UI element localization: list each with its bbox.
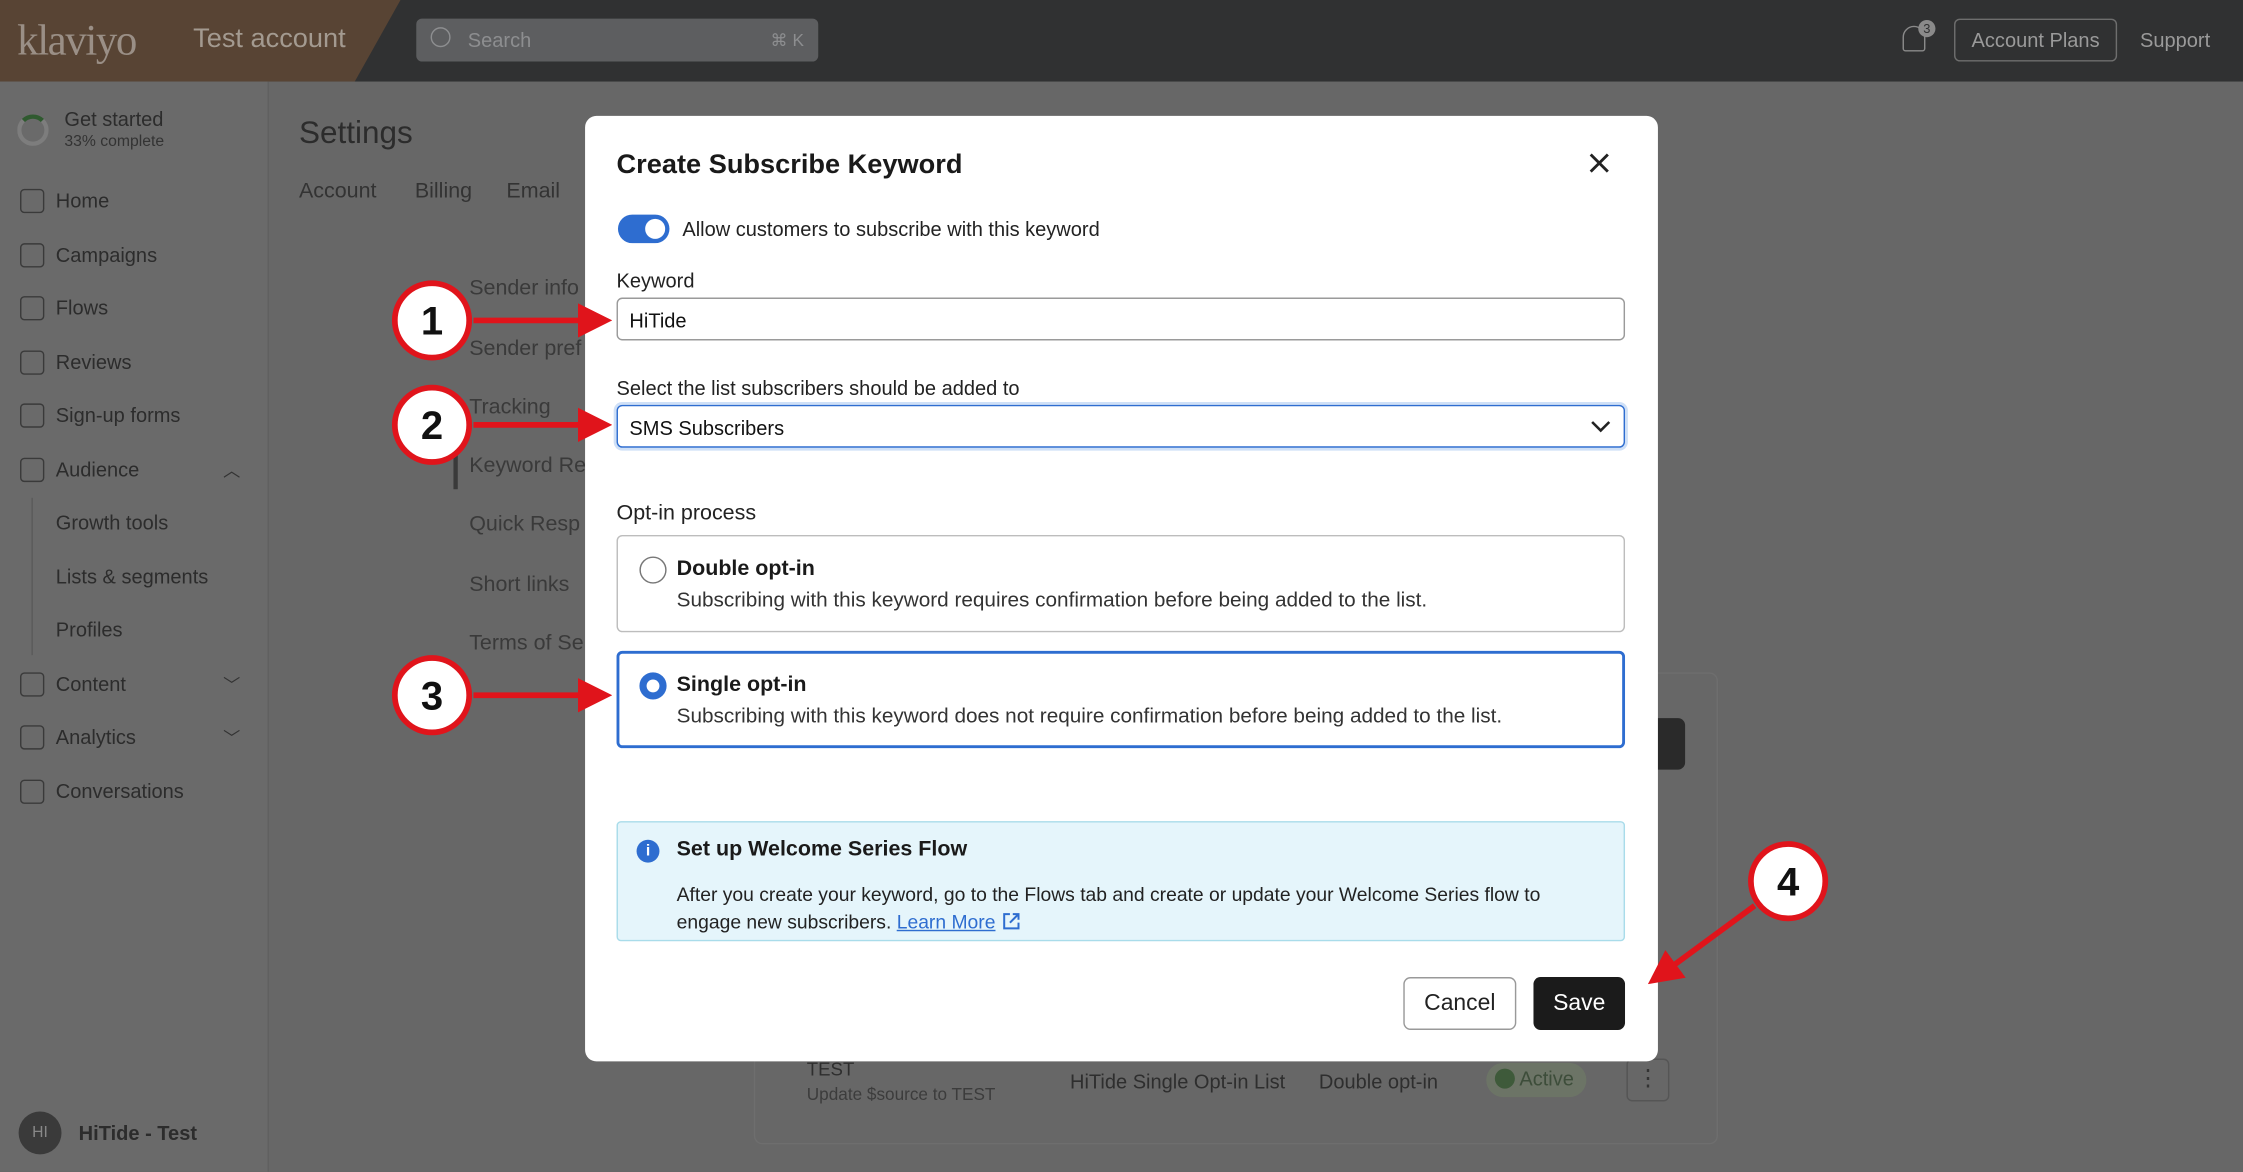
annotation-number: 4 xyxy=(1777,860,1800,904)
annotation-layer: 1 2 3 4 xyxy=(391,280,1829,985)
annotation-arrow xyxy=(1647,903,1757,985)
annotation-number: 3 xyxy=(421,675,443,719)
annotation-number: 2 xyxy=(421,404,443,448)
annotation-number: 1 xyxy=(421,300,443,344)
screen: klaviyo Test account Search ⌘ K 3 Accoun… xyxy=(0,0,2243,1172)
